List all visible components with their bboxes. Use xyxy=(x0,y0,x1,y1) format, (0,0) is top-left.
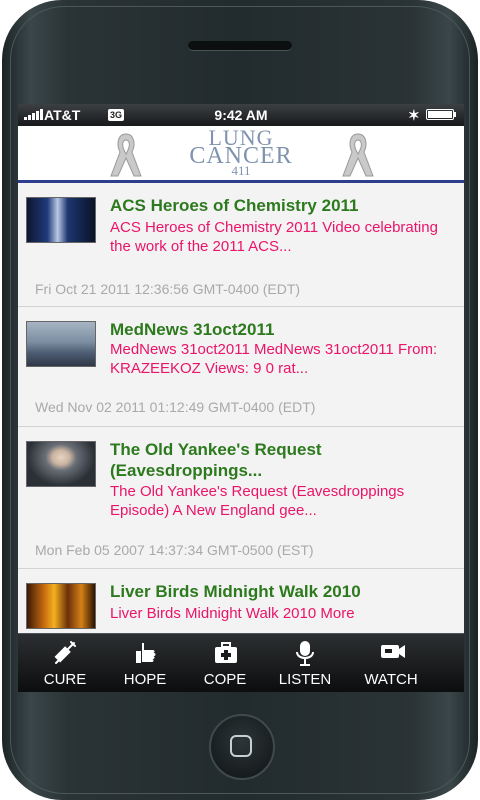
thumbs-up-icon xyxy=(136,643,156,663)
list-item[interactable]: MedNews 31oct2011 MedNews 31oct2011 MedN… xyxy=(18,307,464,427)
tab-watch[interactable]: WATCH xyxy=(356,634,426,692)
tab-cope[interactable]: COPE xyxy=(190,634,260,692)
tab-hope[interactable]: HOPE xyxy=(110,634,180,692)
battery-tip xyxy=(454,112,456,117)
tab-label: HOPE xyxy=(123,671,167,688)
battery-icon xyxy=(426,109,454,120)
logo-line-3: 411 xyxy=(231,163,251,178)
tab-bar: CURE HOPE COPE LISTEN WATCH xyxy=(18,633,464,692)
bluetooth-icon: ✶ xyxy=(408,107,420,123)
video-thumbnail[interactable] xyxy=(26,441,96,487)
video-thumbnail[interactable] xyxy=(26,321,96,367)
item-date: Mon Feb 05 2007 14:37:34 GMT-0500 (EST) xyxy=(35,542,314,558)
app-header: LUNG CANCER 411 xyxy=(18,126,464,183)
video-thumbnail[interactable] xyxy=(26,197,96,243)
awareness-ribbon-icon xyxy=(342,133,374,177)
list-item[interactable]: Liver Birds Midnight Walk 2010 Liver Bir… xyxy=(18,569,464,633)
item-description: ACS Heroes of Chemistry 2011 Video celeb… xyxy=(110,219,438,255)
item-description: MedNews 31oct2011 MedNews 31oct2011 From… xyxy=(110,341,438,377)
list-item[interactable]: The Old Yankee's Request (Eavesdroppings… xyxy=(18,427,464,569)
item-title: The Old Yankee's Request (Eavesdroppings… xyxy=(110,440,322,480)
speaker-grille xyxy=(188,41,292,50)
tab-label: LISTEN xyxy=(278,671,332,688)
syringe-icon xyxy=(54,641,76,664)
status-bar: AT&T 3G 9:42 AM ✶ xyxy=(18,104,464,126)
screen: AT&T 3G 9:42 AM ✶ LUNG CANCER 411 ACS He… xyxy=(18,104,464,692)
item-description: The Old Yankee's Request (Eavesdroppings… xyxy=(110,483,405,519)
phone-frame: AT&T 3G 9:42 AM ✶ LUNG CANCER 411 ACS He… xyxy=(2,0,478,800)
tab-listen[interactable]: LISTEN xyxy=(270,634,340,692)
tab-label: COPE xyxy=(203,671,247,688)
microphone-icon xyxy=(296,641,314,666)
tab-cure[interactable]: CURE xyxy=(30,634,100,692)
first-aid-kit-icon xyxy=(215,642,237,663)
item-title: ACS Heroes of Chemistry 2011 xyxy=(110,196,359,215)
home-square-icon xyxy=(230,735,252,757)
clock: 9:42 AM xyxy=(214,107,268,123)
app-logo: LUNG CANCER 411 xyxy=(18,127,464,178)
home-button[interactable] xyxy=(209,714,275,780)
item-date: Fri Oct 21 2011 12:36:56 GMT-0400 (EDT) xyxy=(35,281,301,297)
tab-label: WATCH xyxy=(364,671,418,688)
item-description: Liver Birds Midnight Walk 2010 More xyxy=(110,605,355,622)
item-date: Wed Nov 02 2011 01:12:49 GMT-0400 (EDT) xyxy=(35,399,316,415)
item-title: Liver Birds Midnight Walk 2010 xyxy=(110,582,361,601)
list-item[interactable]: ACS Heroes of Chemistry 2011 ACS Heroes … xyxy=(18,183,464,307)
video-list[interactable]: ACS Heroes of Chemistry 2011 ACS Heroes … xyxy=(18,183,464,633)
item-title: MedNews 31oct2011 xyxy=(110,320,275,339)
tab-label: CURE xyxy=(43,671,87,688)
video-thumbnail[interactable] xyxy=(26,583,96,629)
video-camera-icon xyxy=(381,645,405,658)
